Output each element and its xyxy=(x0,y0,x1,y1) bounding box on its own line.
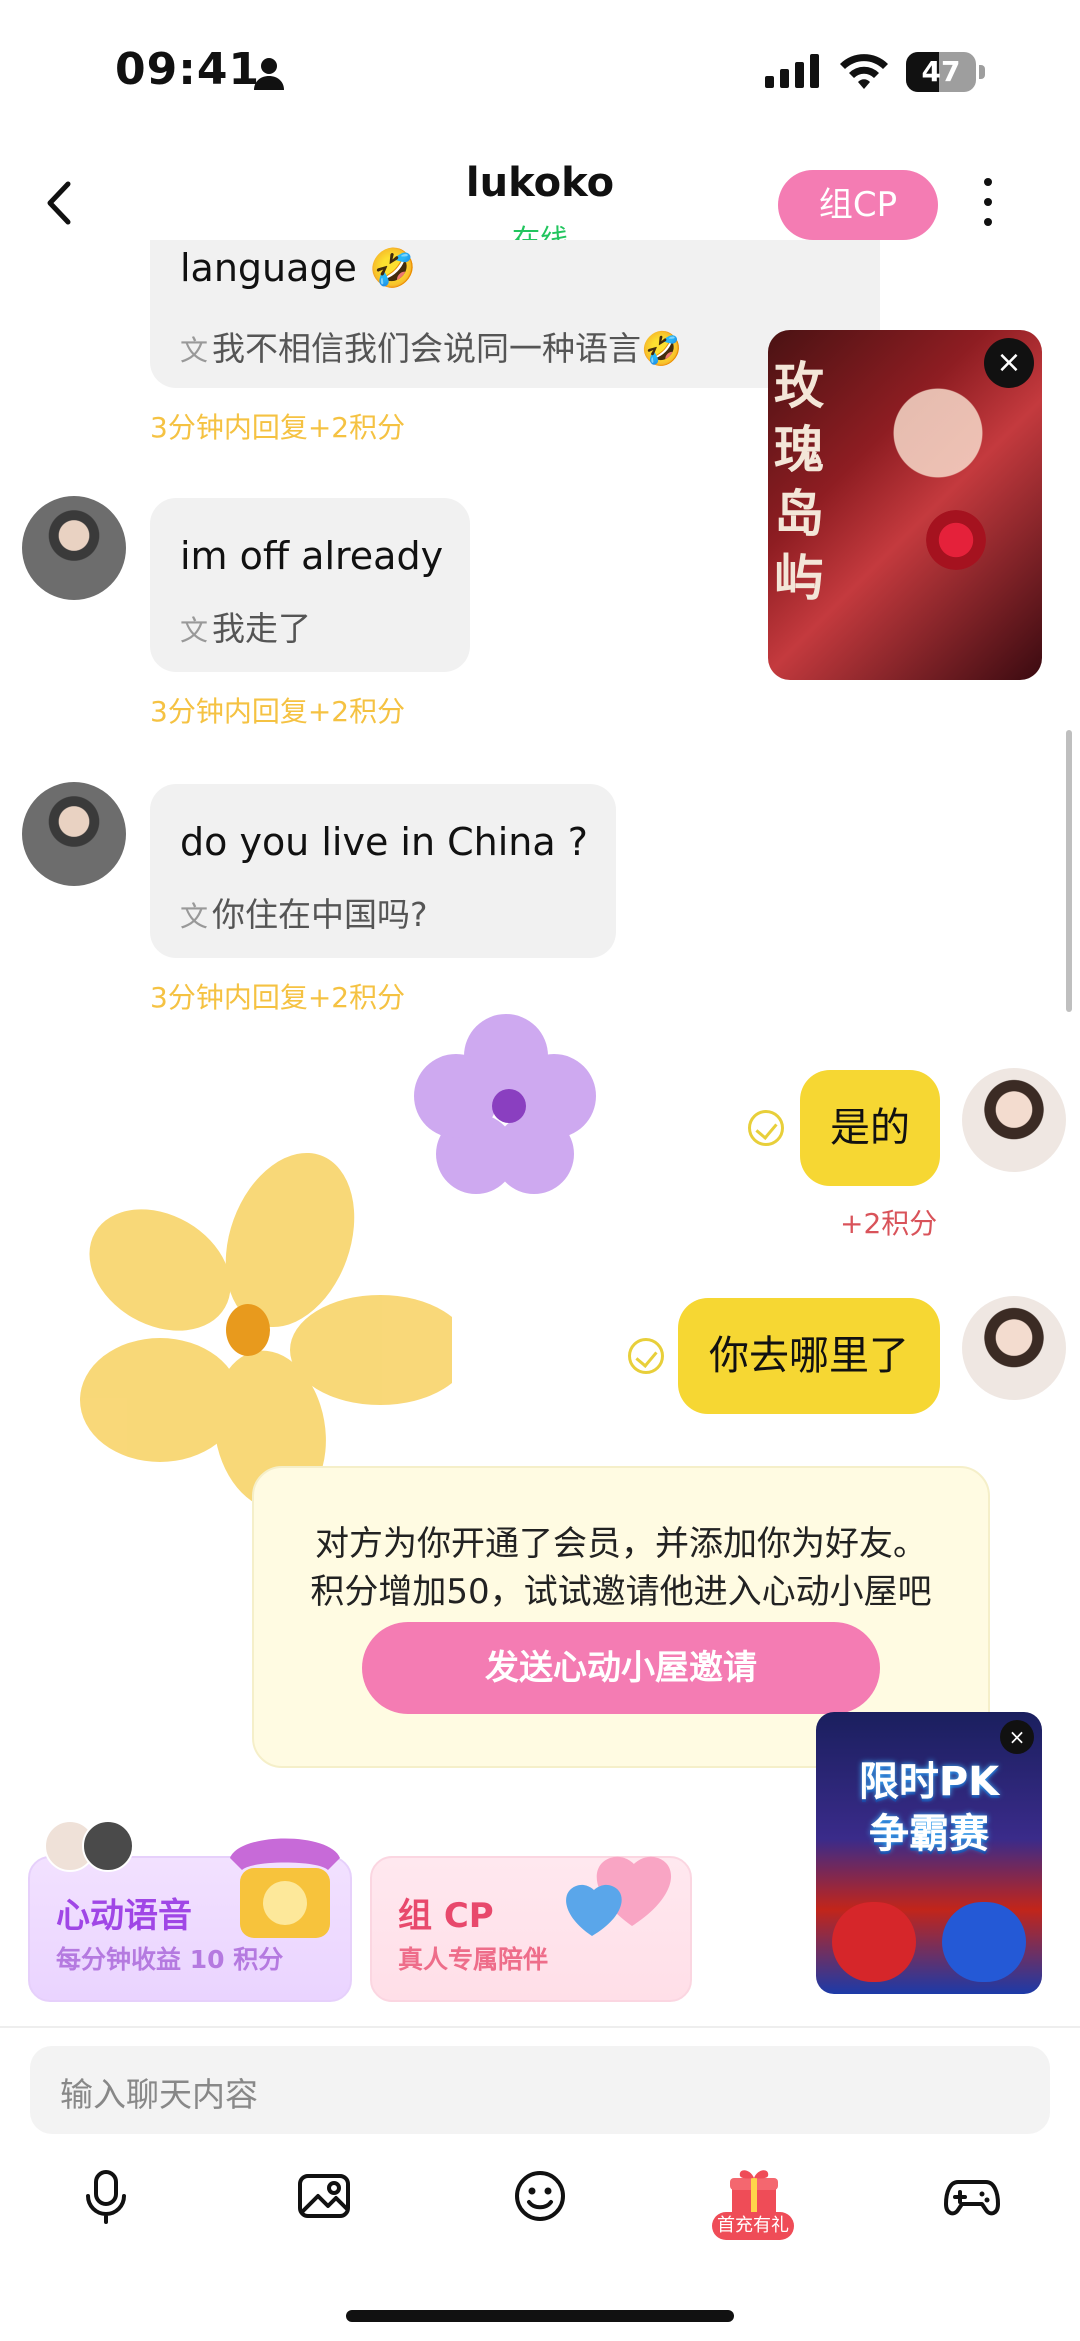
cp-card[interactable]: 组 CP 真人专属陪伴 xyxy=(370,1856,692,2002)
reward-hint: 3分钟内回复+2积分 xyxy=(150,695,406,728)
pk-title: 限时PK 争霸赛 xyxy=(858,1759,1000,1857)
read-check-icon xyxy=(628,1338,664,1374)
reward-hint: 3分钟内回复+2积分 xyxy=(150,981,406,1014)
battery-level: 47 xyxy=(921,55,961,88)
boxing-glove-icon xyxy=(832,1902,916,1982)
emoji-icon[interactable] xyxy=(512,2168,568,2224)
message-text: im off already xyxy=(180,534,444,578)
telephone-icon xyxy=(230,1838,340,1938)
wifi-icon xyxy=(840,54,888,89)
my-avatar[interactable] xyxy=(962,1296,1066,1400)
message-text: do you live in China ? xyxy=(180,820,588,864)
person-icon xyxy=(254,58,284,90)
message-text: language 🤣 xyxy=(180,246,417,290)
cp-card-subtitle: 真人专属陪伴 xyxy=(398,1945,549,1974)
chat-input[interactable]: 输入聊天内容 xyxy=(30,2046,1050,2134)
read-check-icon xyxy=(748,1110,784,1146)
voice-avatars xyxy=(44,1820,134,1876)
notice-line-1: 对方为你开通了会员，并添加你为好友。 xyxy=(315,1524,927,1564)
translate-icon: 文 xyxy=(180,614,209,647)
gamepad-icon[interactable] xyxy=(944,2168,1000,2224)
microphone-icon[interactable] xyxy=(78,2168,134,2224)
image-icon[interactable] xyxy=(296,2168,352,2224)
cp-button[interactable]: 组CP xyxy=(778,170,938,240)
my-avatar[interactable] xyxy=(962,1068,1066,1172)
message-bubble[interactable]: im off already 文我走了 xyxy=(150,498,470,672)
pk-event-banner[interactable]: 限时PK 争霸赛 × xyxy=(816,1712,1042,1994)
avatar[interactable] xyxy=(22,782,126,886)
ad-title: 玫瑰岛屿 xyxy=(774,356,824,607)
chat-input-placeholder: 输入聊天内容 xyxy=(60,2075,258,2114)
boxing-glove-icon xyxy=(942,1902,1026,1982)
hearts-icon xyxy=(566,1856,672,1936)
message-bubble[interactable]: do you live in China ? 文你住在中国吗? xyxy=(150,784,616,958)
voice-card-title: 心动语音 xyxy=(56,1896,192,1936)
send-invite-button[interactable]: 发送心动小屋邀请 xyxy=(362,1622,880,1714)
ad-portrait xyxy=(878,370,998,510)
voice-chat-card[interactable]: 心动语音 每分钟收益 10 积分 xyxy=(28,1820,352,2002)
more-icon[interactable] xyxy=(976,178,1000,234)
close-icon[interactable]: × xyxy=(984,338,1034,388)
notice-line-2: 积分增加50，试试邀请他进入心动小屋吧 xyxy=(310,1572,932,1612)
signal-icon xyxy=(765,54,819,88)
yellow-flower-decoration xyxy=(80,1152,452,1510)
scrollbar[interactable] xyxy=(1066,730,1072,1012)
avatar[interactable] xyxy=(22,496,126,600)
home-indicator[interactable] xyxy=(346,2310,734,2322)
translate-icon: 文 xyxy=(180,334,209,367)
reward-hint: 3分钟内回复+2积分 xyxy=(150,411,406,444)
message-bubble-outgoing[interactable]: 你去哪里了 xyxy=(678,1298,940,1414)
close-icon[interactable]: × xyxy=(1000,1720,1034,1754)
ad-card[interactable]: 玫瑰岛屿 × xyxy=(768,330,1042,680)
battery-icon: 47 xyxy=(906,52,986,92)
points-earned: +2积分 xyxy=(840,1207,938,1240)
cp-card-title: 组 CP xyxy=(398,1896,494,1936)
translate-icon: 文 xyxy=(180,900,209,933)
status-time: 09:41 xyxy=(115,44,261,95)
message-translation: 文我不相信我们会说同一种语言🤣 xyxy=(180,329,683,368)
rose-icon xyxy=(926,510,986,570)
message-translation: 文你住在中国吗? xyxy=(180,895,428,934)
divider xyxy=(0,2026,1080,2028)
first-recharge-badge: 首充有礼 xyxy=(712,2212,794,2240)
message-bubble-outgoing[interactable]: 是的 xyxy=(800,1070,940,1186)
message-translation: 文我走了 xyxy=(180,609,312,648)
